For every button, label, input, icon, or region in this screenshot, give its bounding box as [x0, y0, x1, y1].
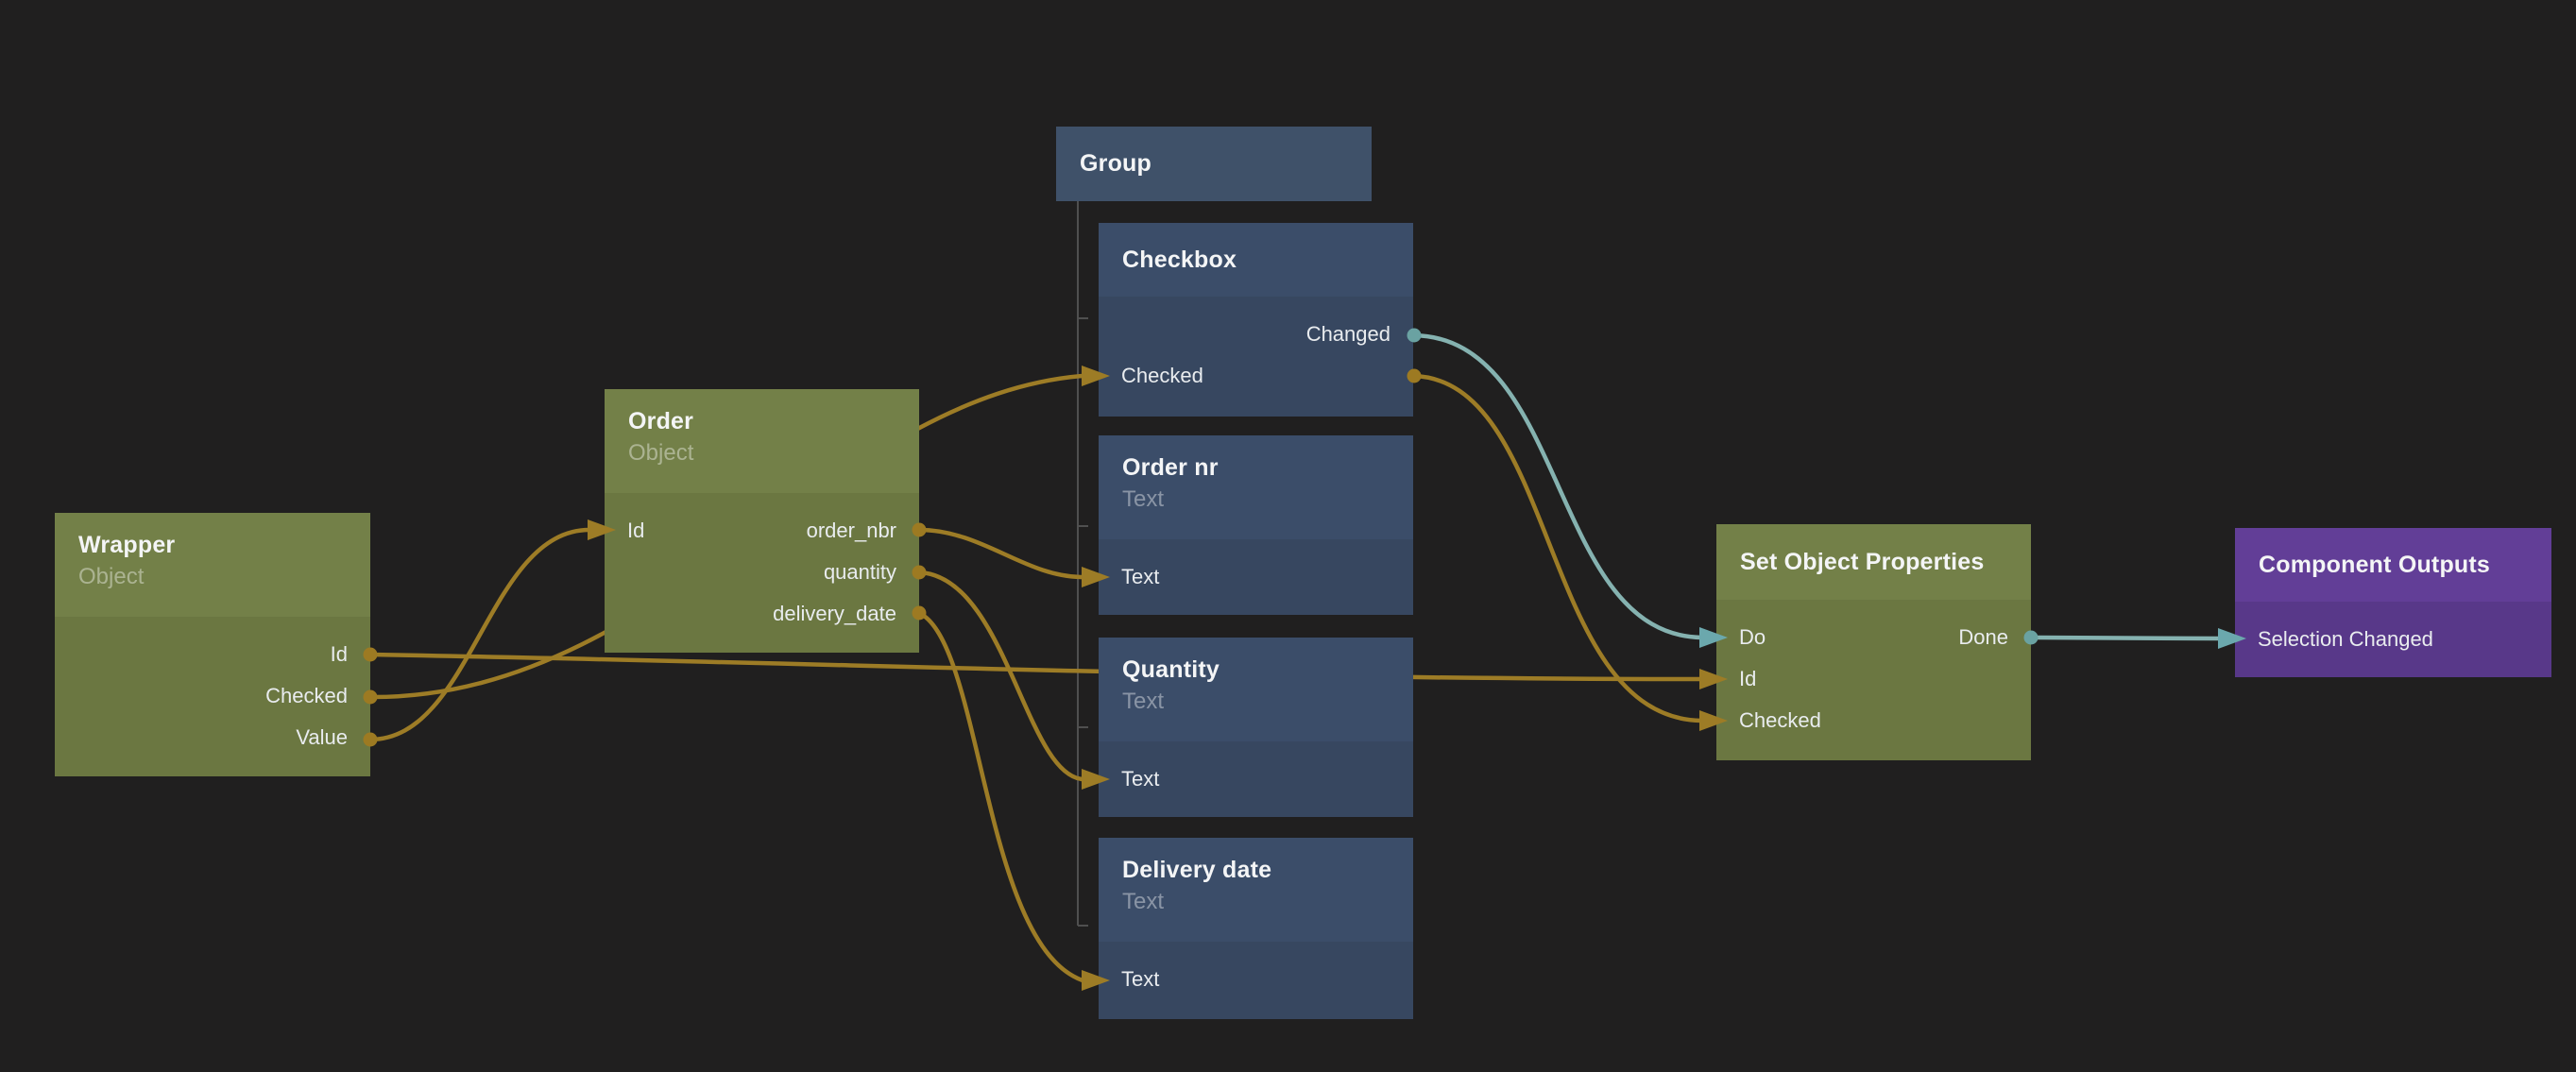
node-quantity-ports: Text — [1099, 741, 1413, 817]
port-row-text[interactable]: Text — [1099, 758, 1413, 800]
node-sop-header: Set Object Properties — [1716, 524, 2031, 600]
port-label: Changed — [1306, 322, 1390, 347]
node-sop-ports: Do Done Id Checked — [1716, 600, 2031, 760]
port-row-value[interactable]: Value — [55, 717, 370, 758]
node-subtitle: Object — [78, 564, 370, 590]
port-label: Checked — [1739, 708, 1821, 733]
node-quantity[interactable]: Quantity Text Text — [1099, 638, 1413, 817]
node-graph-canvas[interactable]: Wrapper Object Id Checked Value Order Ob… — [0, 0, 2576, 1072]
wire-wrapper-id-to-sop-id[interactable] — [370, 655, 1701, 679]
port-label: Done — [1958, 625, 2008, 650]
port-label: delivery_date — [773, 602, 896, 626]
port-row-deliverydate[interactable]: delivery_date — [605, 593, 919, 635]
port-row-text[interactable]: Text — [1099, 959, 1413, 1000]
node-order-ports: Id order_nbr quantity delivery_date — [605, 493, 919, 653]
node-group[interactable]: Group — [1056, 127, 1372, 201]
node-title: Order — [628, 408, 919, 435]
node-subtitle: Text — [1122, 689, 1413, 715]
node-title: Component Outputs — [2259, 552, 2490, 579]
node-title: Delivery date — [1122, 857, 1413, 884]
wire-wrapper-value-to-order-id[interactable] — [370, 530, 589, 740]
port-row-changed[interactable]: Changed — [1099, 314, 1413, 355]
wire-order-ordernbr-to-ordernr-text[interactable] — [919, 530, 1083, 577]
port-label: Id — [1739, 667, 1756, 691]
node-order-nr-header: Order nr Text — [1099, 435, 1413, 539]
port-label: Checked — [265, 684, 348, 708]
node-component-outputs-header: Component Outputs — [2235, 528, 2551, 602]
port-label: order_nbr — [807, 519, 896, 543]
port-row-id-ordernbr[interactable]: Id order_nbr — [605, 510, 919, 552]
node-order-nr-ports: Text — [1099, 539, 1413, 615]
port-row-selection-changed[interactable]: Selection Changed — [2235, 619, 2551, 660]
port-label: Checked — [1121, 364, 1203, 388]
node-subtitle: Text — [1122, 889, 1413, 915]
node-subtitle: Object — [628, 440, 919, 467]
port-label: Text — [1121, 967, 1159, 992]
wire-checkbox-checked-to-sop-checked[interactable] — [1413, 376, 1701, 721]
wire-order-quantity-to-quantity-text[interactable] — [919, 572, 1083, 779]
port-row-id[interactable]: Id — [55, 634, 370, 675]
port-row-text[interactable]: Text — [1099, 556, 1413, 598]
node-wrapper-header: Wrapper Object — [55, 513, 370, 617]
group-tree-line — [1078, 201, 1088, 926]
node-subtitle: Text — [1122, 486, 1413, 513]
port-row-do-done[interactable]: Do Done — [1716, 617, 2031, 658]
port-label: Text — [1121, 767, 1159, 791]
node-title: Quantity — [1122, 656, 1413, 684]
port-label: Id — [331, 642, 348, 667]
node-checkbox-header: Checkbox — [1099, 223, 1413, 297]
node-delivery-date-header: Delivery date Text — [1099, 838, 1413, 942]
node-delivery-date[interactable]: Delivery date Text Text — [1099, 838, 1413, 1019]
port-label: Do — [1739, 625, 1766, 650]
node-title: Wrapper — [78, 532, 370, 559]
node-title: Group — [1080, 150, 1152, 178]
node-order[interactable]: Order Object Id order_nbr quantity deliv… — [605, 389, 919, 653]
node-component-outputs[interactable]: Component Outputs Selection Changed — [2235, 528, 2551, 677]
node-delivery-date-ports: Text — [1099, 942, 1413, 1019]
wire-checkbox-changed-to-sop-do[interactable] — [1413, 335, 1701, 638]
port-label: Text — [1121, 565, 1159, 589]
node-title: Order nr — [1122, 454, 1413, 482]
port-label: Id — [627, 519, 644, 543]
port-row-checked[interactable]: Checked — [1716, 700, 2031, 741]
node-checkbox[interactable]: Checkbox Changed Checked — [1099, 223, 1413, 417]
port-row-checked[interactable]: Checked — [55, 675, 370, 717]
node-set-object-properties[interactable]: Set Object Properties Do Done Id Checked — [1716, 524, 2031, 760]
node-title: Set Object Properties — [1740, 549, 1984, 576]
port-label: Value — [296, 725, 348, 750]
port-row-checked[interactable]: Checked — [1099, 355, 1413, 397]
node-wrapper-ports: Id Checked Value — [55, 617, 370, 776]
node-order-nr[interactable]: Order nr Text Text — [1099, 435, 1413, 615]
node-title: Checkbox — [1122, 247, 1237, 274]
port-row-id[interactable]: Id — [1716, 658, 2031, 700]
port-label: Selection Changed — [2258, 627, 2433, 652]
node-component-outputs-ports: Selection Changed — [2235, 602, 2551, 677]
node-checkbox-ports: Changed Checked — [1099, 297, 1413, 417]
port-label: quantity — [824, 560, 896, 585]
node-quantity-header: Quantity Text — [1099, 638, 1413, 741]
node-wrapper[interactable]: Wrapper Object Id Checked Value — [55, 513, 370, 776]
port-row-quantity[interactable]: quantity — [605, 552, 919, 593]
node-order-header: Order Object — [605, 389, 919, 493]
